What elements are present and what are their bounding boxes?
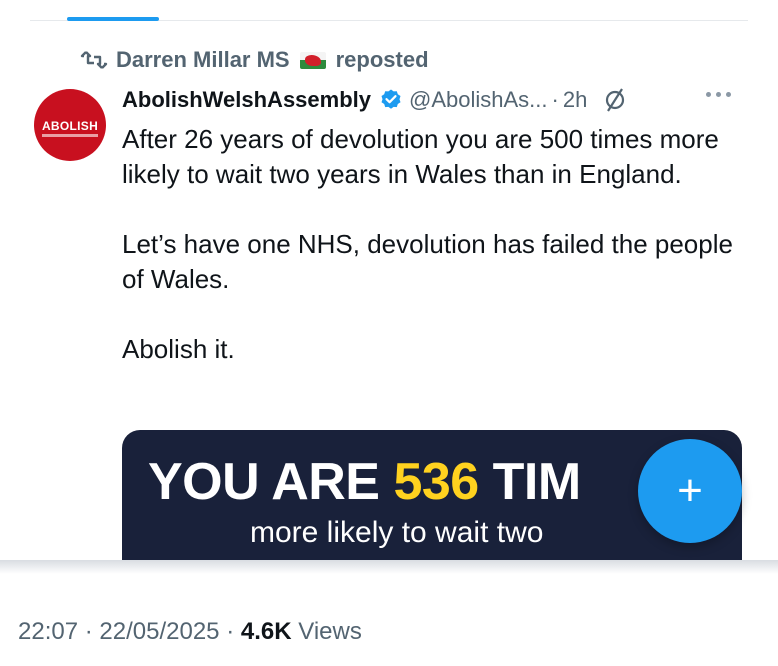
tweet-header: AbolishWelshAssembly @AbolishAs... · 2h (122, 84, 627, 116)
display-name[interactable]: AbolishWelshAssembly (122, 87, 371, 113)
views-count[interactable]: 4.6K (241, 618, 292, 645)
compose-fab-button[interactable]: + (638, 439, 742, 543)
tab-indicator (67, 17, 159, 21)
avatar-logo-text: ABOLISH (41, 119, 99, 133)
post-date[interactable]: 22/05/2025 (99, 618, 219, 645)
tweet-text: After 26 years of devolution you are 500… (122, 122, 742, 367)
media-headline-suffix: TIM (478, 453, 582, 511)
reposter-name[interactable]: Darren Millar MS (116, 47, 290, 73)
tweet-paragraph: After 26 years of devolution you are 500… (122, 124, 719, 189)
reposted-label: reposted (335, 47, 429, 72)
meta-separator: · (226, 618, 235, 645)
grok-icon[interactable] (603, 87, 627, 113)
media-headline-number: 536 (393, 453, 479, 511)
bottom-shadow (0, 560, 778, 574)
separator-dot: · (551, 87, 559, 112)
plus-icon: + (677, 466, 703, 515)
welsh-flag-icon (299, 51, 326, 69)
repost-icon (80, 49, 108, 71)
tweet-time[interactable]: 2h (563, 87, 587, 113)
tweet-paragraph: Let’s have one NHS, devolution has faile… (122, 229, 733, 294)
media-subline: more likely to wait two (250, 516, 544, 549)
views-label: Views (298, 618, 362, 645)
meta-separator: · (84, 618, 93, 645)
media-headline: YOU ARE 536 TIM (148, 452, 581, 512)
verified-badge-icon (379, 88, 403, 112)
post-time[interactable]: 22:07 (18, 618, 78, 645)
avatar-logo-underline (42, 134, 98, 137)
tweet-meta: 22:07 · 22/05/2025 · 4.6K Views (18, 618, 362, 646)
more-options-icon[interactable] (706, 92, 731, 97)
media-headline-prefix: YOU ARE (148, 453, 394, 511)
handle[interactable]: @AbolishAs... (409, 87, 548, 113)
repost-context[interactable]: Darren Millar MS reposted (80, 44, 429, 76)
tweet-paragraph: Abolish it. (122, 334, 235, 364)
avatar[interactable]: ABOLISH (34, 89, 106, 161)
